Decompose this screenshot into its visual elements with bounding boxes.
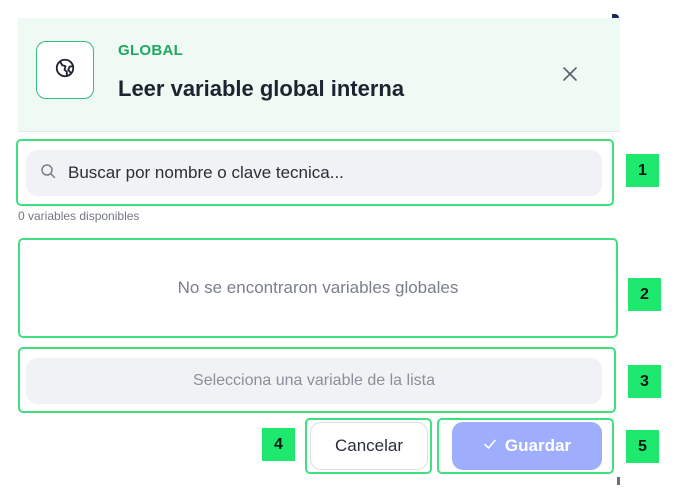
globe-icon (54, 57, 76, 84)
header-icon-tile (36, 41, 94, 99)
annotation-badge-3: 3 (628, 365, 661, 398)
annotation-badge-2: 2 (628, 278, 661, 311)
variable-selection-field[interactable]: Selecciona una variable de la lista (26, 358, 602, 404)
search-icon (40, 163, 56, 184)
save-button-label: Guardar (504, 436, 572, 455)
variables-count: 0 variables disponibles (18, 209, 140, 223)
window-edge-bottom (617, 477, 620, 485)
cancel-button[interactable]: Cancelar (310, 422, 428, 470)
close-icon (562, 66, 578, 87)
search-input[interactable] (66, 162, 590, 184)
close-button[interactable] (558, 64, 582, 88)
check-icon (483, 436, 497, 456)
dialog-title: Leer variable global interna (118, 76, 405, 101)
search-field[interactable] (26, 150, 602, 196)
annotation-badge-1: 1 (626, 154, 659, 187)
dialog-header: GLOBAL Leer variable global interna (18, 18, 620, 132)
annotation-badge-5: 5 (626, 430, 659, 463)
save-button[interactable]: Guardar (452, 422, 602, 470)
annotation-badge-4: 4 (262, 428, 295, 461)
dialog-eyebrow: GLOBAL (118, 42, 184, 59)
empty-state-message: No se encontraron variables globales (177, 278, 459, 297)
